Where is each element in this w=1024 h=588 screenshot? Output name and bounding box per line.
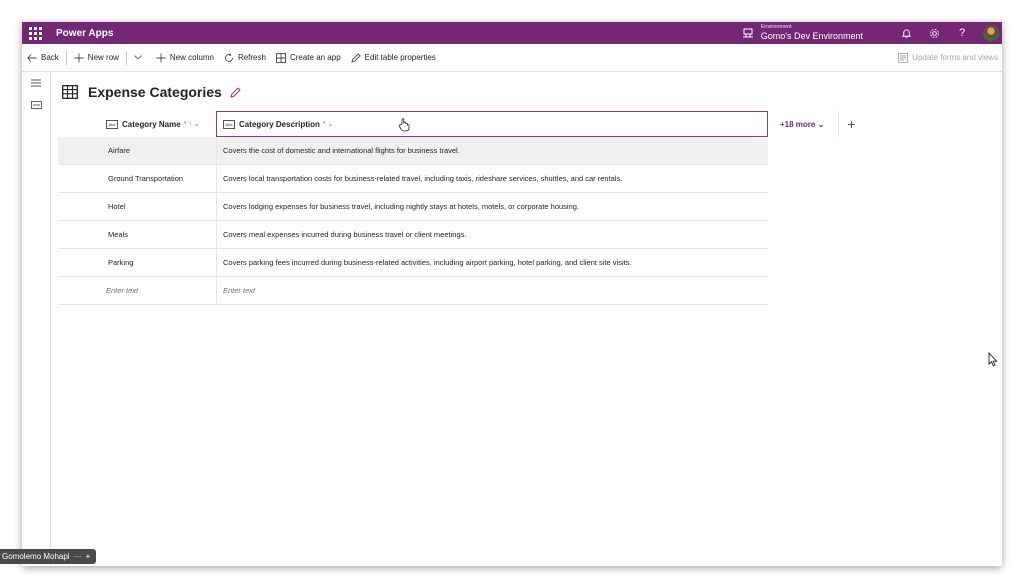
command-separator — [65, 50, 67, 65]
row-select-cell[interactable] — [58, 249, 96, 276]
page-header: Expense Categories — [62, 84, 241, 100]
help-icon[interactable]: ? — [951, 22, 973, 44]
left-rail — [22, 72, 51, 566]
select-all-cell[interactable] — [58, 111, 96, 137]
column-header-category-name[interactable]: Abc Category Name * ↑ ⌄ — [96, 111, 216, 137]
category-name-cell[interactable]: Parking — [96, 249, 216, 276]
table-row[interactable]: Airfare Covers the cost of domestic and … — [58, 137, 768, 165]
column-header-category-description[interactable]: Abc Category Description * ⌄ — [216, 111, 768, 137]
new-row-dropdown-button[interactable] — [129, 44, 151, 71]
app-launcher-icon[interactable] — [24, 22, 46, 44]
environment-name: Gomo's Dev Environment — [760, 30, 863, 41]
notifications-bell-icon[interactable] — [895, 22, 917, 44]
row-select-cell[interactable] — [58, 193, 96, 220]
create-app-label: Create an app — [289, 53, 341, 62]
refresh-icon — [225, 52, 233, 62]
table-row[interactable]: Parking Covers parking fees incurred dur… — [58, 249, 768, 277]
category-description-cell[interactable]: Covers local transportation costs for bu… — [216, 165, 768, 192]
category-description-cell[interactable]: Covers parking fees incurred during busi… — [216, 249, 768, 276]
grid-header-row: Abc Category Name * ↑ ⌄ Abc Category Des… — [58, 111, 864, 137]
table-row[interactable]: Ground Transportation Covers local trans… — [58, 165, 768, 193]
pencil-icon — [351, 52, 361, 63]
update-forms-button[interactable]: Update forms and views — [898, 44, 998, 71]
user-tab-dash: — — [73, 552, 82, 561]
category-description-cell[interactable]: Covers the cost of domestic and internat… — [216, 137, 768, 164]
command-separator — [125, 50, 127, 65]
update-forms-label: Update forms and views — [912, 53, 998, 62]
category-name-cell[interactable]: Hotel — [96, 193, 216, 220]
settings-gear-icon[interactable] — [923, 22, 945, 44]
new-row-button[interactable]: New row — [69, 44, 124, 71]
row-select-cell[interactable] — [58, 137, 96, 164]
help-glyph: ? — [958, 27, 966, 39]
category-description-cell[interactable]: Covers meal expenses incurred during bus… — [216, 221, 768, 248]
environment-icon[interactable] — [741, 26, 755, 40]
environment-label: Environment — [760, 24, 792, 31]
row-select-cell[interactable] — [58, 221, 96, 248]
back-label: Back — [41, 53, 59, 62]
table-row[interactable]: Meals Covers meal expenses incurred duri… — [58, 221, 768, 249]
more-columns-button[interactable]: +18 more ⌄ — [768, 111, 838, 137]
user-avatar[interactable] — [983, 25, 999, 41]
plus-icon — [74, 53, 84, 62]
add-column-button[interactable]: + — [838, 111, 864, 137]
refresh-button[interactable]: Refresh — [219, 44, 271, 71]
category-name-cell[interactable]: Ground Transportation — [96, 165, 216, 192]
row-select-cell — [58, 277, 96, 304]
hand-cursor-icon — [398, 118, 410, 132]
category-name-cell[interactable]: Meals — [96, 221, 216, 248]
edit-table-properties-button[interactable]: Edit table properties — [346, 44, 441, 71]
back-arrow-icon — [27, 53, 37, 62]
table-nav-icon[interactable] — [22, 94, 50, 116]
column-header-label: Category Description — [239, 119, 320, 129]
data-grid: Abc Category Name * ↑ ⌄ Abc Category Des… — [58, 111, 864, 305]
command-bar: Back New row New column Refresh Create a… — [22, 44, 1002, 72]
user-name: Gomolemo Mohapi — [2, 552, 70, 561]
edit-title-pencil-icon[interactable] — [230, 86, 241, 98]
row-select-cell[interactable] — [58, 165, 96, 192]
edit-table-label: Edit table properties — [364, 53, 436, 62]
app-window: Power Apps Environment Gomo's Dev Enviro… — [22, 22, 1002, 566]
chevron-down-icon — [134, 55, 142, 60]
category-description-cell[interactable]: Covers lodging expenses for business tra… — [216, 193, 768, 220]
new-row-label: New row — [87, 53, 119, 62]
back-button[interactable]: Back — [22, 44, 64, 71]
refresh-label: Refresh — [237, 53, 266, 62]
form-icon — [898, 52, 909, 63]
page-title: Expense Categories — [88, 84, 222, 100]
user-tab-plus-icon[interactable]: + — [86, 552, 91, 561]
text-column-icon: Abc — [223, 119, 235, 129]
create-app-button[interactable]: Create an app — [271, 44, 346, 71]
category-description-input[interactable]: Enter text — [216, 277, 768, 304]
create-app-icon — [276, 52, 286, 63]
category-name-input[interactable]: Enter text — [96, 277, 216, 304]
top-bar: Power Apps Environment Gomo's Dev Enviro… — [22, 22, 1002, 44]
new-column-button[interactable]: New column — [151, 44, 219, 71]
plus-icon — [156, 53, 166, 62]
column-header-label: Category Name — [122, 119, 181, 129]
hamburger-menu-icon[interactable] — [22, 72, 50, 94]
text-column-icon: Abc — [106, 119, 118, 129]
column-menu-indicator: * ⌄ — [322, 121, 334, 128]
user-tab[interactable]: Gomolemo Mohapi — + — [0, 549, 97, 564]
column-sort-indicator: * ↑ ⌄ — [183, 121, 200, 128]
category-name-cell[interactable]: Airfare — [96, 137, 216, 164]
table-icon — [62, 85, 78, 99]
new-column-label: New column — [169, 53, 214, 62]
environment-picker[interactable]: Environment Gomo's Dev Environment — [761, 25, 863, 41]
new-row-entry[interactable]: Enter text Enter text — [58, 277, 768, 305]
table-row[interactable]: Hotel Covers lodging expenses for busine… — [58, 193, 768, 221]
arrow-cursor-icon — [988, 352, 998, 367]
app-title[interactable]: Power Apps — [56, 28, 113, 39]
